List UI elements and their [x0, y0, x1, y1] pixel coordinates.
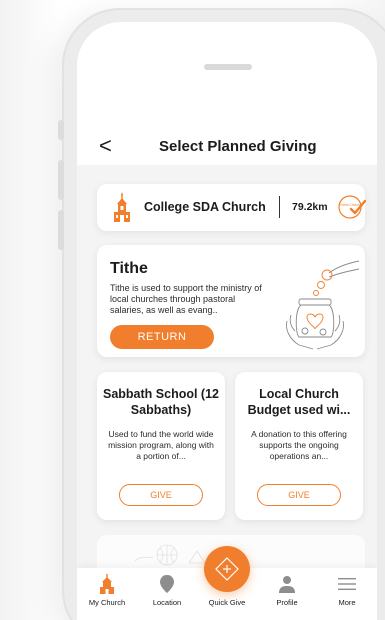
- tithe-card[interactable]: Tithe Tithe is used to support the minis…: [97, 245, 365, 357]
- phone-speaker: [204, 64, 252, 70]
- offering-card[interactable]: Sabbath School (12 Sabbaths) Used to fun…: [97, 372, 225, 520]
- phone-volume-button: [58, 160, 64, 200]
- page-title: Select Planned Giving: [159, 138, 317, 155]
- give-button[interactable]: GIVE: [119, 484, 203, 506]
- user-icon: [279, 576, 295, 593]
- church-icon: [114, 192, 130, 222]
- quick-give-button[interactable]: [204, 546, 250, 592]
- nav-label: Location: [152, 598, 182, 607]
- app-screen: < Select Planned Giving College SDA Chur…: [77, 22, 377, 620]
- nav-label: My Church: [88, 598, 126, 607]
- church-distance: 79.2km: [292, 201, 328, 213]
- menu-icon: [338, 578, 356, 590]
- return-button[interactable]: RETURN: [110, 325, 214, 349]
- church-name: College SDA Church: [144, 200, 266, 214]
- divider: [279, 196, 280, 218]
- offering-title: Local Church Budget used wi...: [247, 387, 351, 417]
- tithe-description: Tithe is used to support the ministry of…: [110, 283, 262, 315]
- location-pin-icon: [160, 575, 174, 593]
- back-button[interactable]: <: [99, 134, 119, 158]
- nav-label: Quick Give: [208, 598, 246, 607]
- church-icon: [100, 574, 114, 594]
- phone-volume-button: [58, 210, 64, 250]
- offering-title: Sabbath School (12 Sabbaths): [103, 387, 219, 417]
- nav-label: More: [338, 598, 356, 607]
- home-church-check-icon: Home Church: [338, 195, 367, 219]
- phone-side-button: [58, 120, 64, 140]
- nav-profile[interactable]: Profile: [257, 568, 317, 620]
- nav-my-church[interactable]: My Church: [77, 568, 137, 620]
- offering-card[interactable]: Local Church Budget used wi... A donatio…: [235, 372, 363, 520]
- donation-jar-illustration: [286, 260, 360, 350]
- nav-more[interactable]: More: [317, 568, 377, 620]
- nav-location[interactable]: Location: [137, 568, 197, 620]
- church-card[interactable]: College SDA Church 79.2km Home Church: [97, 184, 367, 231]
- plus-diamond-icon: [215, 557, 239, 581]
- tithe-title: Tithe: [110, 260, 148, 277]
- offering-description: Used to fund the world wide mission prog…: [108, 429, 214, 461]
- offering-description: A donation to this offering supports the…: [251, 429, 347, 461]
- svg-text:Home Church: Home Church: [340, 203, 360, 207]
- nav-label: Profile: [276, 598, 298, 607]
- app-header: < Select Planned Giving: [77, 22, 377, 165]
- give-button[interactable]: GIVE: [257, 484, 341, 506]
